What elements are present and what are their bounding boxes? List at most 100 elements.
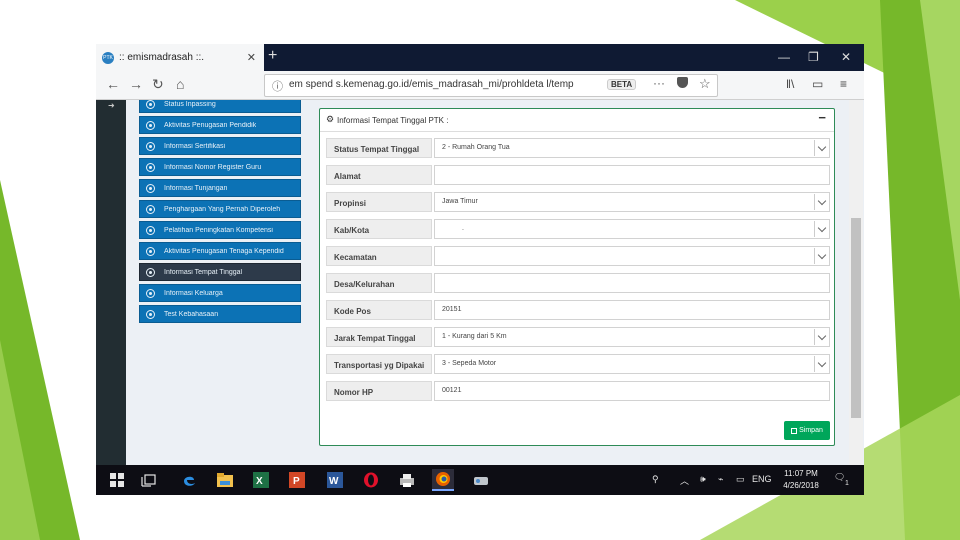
home-icon[interactable]: ⌂	[176, 76, 184, 92]
window-close-icon[interactable]: ✕	[841, 50, 851, 64]
kecamatan-select[interactable]	[434, 246, 830, 266]
page-scrollbar[interactable]	[849, 100, 863, 465]
people-icon[interactable]: ⚲	[652, 474, 659, 485]
minimize-icon[interactable]: —	[778, 50, 790, 64]
select-value: .	[462, 225, 464, 232]
notification-icon[interactable]: 🗨	[834, 472, 845, 483]
select-value: Jawa Timur	[442, 198, 478, 205]
app-icon[interactable]	[470, 469, 492, 491]
beta-badge[interactable]: BETA	[607, 79, 637, 90]
kode-pos-input[interactable]: 20151	[434, 300, 830, 320]
scrollbar-thumb[interactable]	[851, 218, 861, 418]
url-bar[interactable]: ⓘ em spend s.kemenag.go.id/emis_madrasah…	[264, 74, 718, 97]
jarak-tempat-tinggal-select[interactable]: 1 - Kurang dari 5 Km	[434, 327, 830, 347]
sidebar-item-informasi-nomor-register-guru[interactable]: Informasi Nomor Register Guru	[139, 158, 301, 176]
more-icon[interactable]: ···	[653, 76, 665, 90]
navigation-bar: ← → ↻ ⌂ ⓘ em spend s.kemenag.go.id/emis_…	[96, 71, 864, 100]
sidebar-item-label: Informasi Tunjangan	[164, 184, 228, 192]
chevron-down-icon	[814, 329, 828, 345]
nomor-hp-input[interactable]: 00121	[434, 381, 830, 401]
field-label: Nomor HP	[326, 381, 432, 401]
tempat-tinggal-panel: ⚙ Informasi Tempat Tinggal PTK : − Statu…	[319, 108, 835, 446]
field-label: Desa/Kelurahan	[326, 273, 432, 293]
printer-app-icon[interactable]	[396, 469, 418, 491]
sidebar-item-informasi-keluarga[interactable]: Informasi Keluarga	[139, 284, 301, 302]
field-label: Transportasi yg Dipakai	[326, 354, 432, 374]
browser-tab[interactable]: PTK :: emismadrasah ::. ✕	[96, 44, 264, 71]
admin-left-strip: ➜	[96, 100, 126, 465]
field-row-propinsi: Propinsi Jawa Timur	[326, 192, 830, 212]
info-icon[interactable]: ⓘ	[272, 78, 283, 94]
system-clock[interactable]: 11:07 PM 4/26/2018	[771, 468, 831, 492]
circle-dot-icon	[146, 204, 155, 214]
field-row-jarak-tempat-tinggal: Jarak Tempat Tinggal 1 - Kurang dari 5 K…	[326, 327, 830, 347]
sidebar-item-status-inpassing[interactable]: Status Inpassing	[139, 100, 301, 113]
field-row-alamat: Alamat	[326, 165, 830, 185]
powerpoint-icon[interactable]: P	[286, 469, 308, 491]
sidebar-item-informasi-tunjangan[interactable]: Informasi Tunjangan	[139, 179, 301, 197]
panel-title: Informasi Tempat Tinggal PTK :	[337, 116, 449, 125]
field-row-kab-kota: Kab/Kota .	[326, 219, 830, 239]
windows-start-icon[interactable]	[106, 469, 128, 491]
edge-icon[interactable]	[178, 469, 200, 491]
circle-dot-icon	[146, 141, 155, 151]
chevron-up-icon[interactable]: ︿	[680, 474, 689, 487]
refresh-icon[interactable]: ↻	[152, 76, 164, 93]
new-tab-icon[interactable]: +	[268, 47, 277, 65]
sidebar-item-penghargaan[interactable]: Penghargaan Yang Pernah Diperoleh	[139, 200, 301, 218]
sidebar-item-aktivitas-tenaga-kependidikan[interactable]: Aktivitas Penugasan Tenaga Kependid	[139, 242, 301, 260]
gears-icon: ⚙	[326, 114, 335, 124]
kab-kota-select[interactable]: .	[434, 219, 830, 239]
forward-icon[interactable]: →	[129, 76, 143, 92]
pocket-icon[interactable]	[677, 77, 688, 88]
maximize-icon[interactable]: ❐	[808, 50, 819, 64]
sidebar-item-informasi-tempat-tinggal[interactable]: Informasi Tempat Tinggal	[139, 263, 301, 281]
svg-text:W: W	[329, 476, 339, 487]
browser-window: PTK :: emismadrasah ::. ✕ + — ❐ ✕ ← → ↻ …	[96, 44, 864, 495]
url-text[interactable]: em spend s.kemenag.go.id/emis_madrasah_m…	[289, 79, 589, 90]
circle-dot-icon	[146, 225, 155, 235]
task-view-icon[interactable]	[138, 469, 160, 491]
excel-icon[interactable]: X	[250, 469, 272, 491]
firefox-icon[interactable]	[432, 469, 454, 491]
sidebar-item-aktivitas-penugasan-pendidik[interactable]: Aktivitas Penugasan Pendidik	[139, 116, 301, 134]
sidebar-item-test-kebahasaan[interactable]: Test Kebahasaan	[139, 305, 301, 323]
propinsi-select[interactable]: Jawa Timur	[434, 192, 830, 212]
word-icon[interactable]: W	[324, 469, 346, 491]
sidebar-icon[interactable]: ▭	[812, 77, 823, 91]
chevron-down-icon	[814, 194, 828, 210]
windows-taskbar: X P W ⚲ ︿ 🕪 ⌁ ▭ ENG 11:07 PM 4/26/2018 🗨	[96, 465, 864, 495]
file-explorer-icon[interactable]	[214, 469, 236, 491]
collapse-button[interactable]: −	[818, 110, 826, 125]
opera-icon[interactable]	[360, 469, 382, 491]
svg-text:P: P	[293, 476, 300, 487]
chevron-down-icon	[814, 221, 828, 237]
status-tempat-tinggal-select[interactable]: 2 - Rumah Orang Tua	[434, 138, 830, 158]
circle-dot-icon	[146, 246, 155, 256]
transportasi-select[interactable]: 3 - Sepeda Motor	[434, 354, 830, 374]
save-label: Simpan	[799, 427, 823, 434]
circle-dot-icon	[146, 162, 155, 172]
alamat-input[interactable]	[434, 165, 830, 185]
desa-kelurahan-input[interactable]	[434, 273, 830, 293]
sidebar-item-pelatihan[interactable]: Pelatihan Peningkatan Kompetensi	[139, 221, 301, 239]
language-indicator[interactable]: ENG	[752, 474, 772, 484]
back-icon[interactable]: ←	[106, 76, 120, 92]
sign-out-icon[interactable]: ➜	[108, 101, 115, 110]
volume-icon[interactable]: 🕪	[700, 474, 706, 485]
clock-time: 11:07 PM	[784, 469, 818, 478]
circle-dot-icon	[146, 100, 155, 109]
tab-close-icon[interactable]: ✕	[247, 51, 256, 64]
network-icon[interactable]: ⌁	[718, 474, 723, 485]
field-label: Status Tempat Tinggal	[326, 138, 432, 158]
save-button[interactable]: Simpan	[784, 421, 830, 440]
keyboard-icon[interactable]: ▭	[736, 474, 745, 485]
field-row-status-tempat-tinggal: Status Tempat Tinggal 2 - Rumah Orang Tu…	[326, 138, 830, 158]
bookmark-star-icon[interactable]: ☆	[699, 76, 711, 92]
site-favicon-icon: PTK	[102, 51, 114, 64]
tab-bar: PTK :: emismadrasah ::. ✕ + — ❐ ✕	[96, 44, 864, 71]
library-icon[interactable]: ‖\	[786, 77, 794, 91]
field-row-kode-pos: Kode Pos 20151	[326, 300, 830, 320]
sidebar-item-informasi-sertifikasi[interactable]: Informasi Sertifikasi	[139, 137, 301, 155]
menu-icon[interactable]: ≡	[840, 77, 847, 91]
